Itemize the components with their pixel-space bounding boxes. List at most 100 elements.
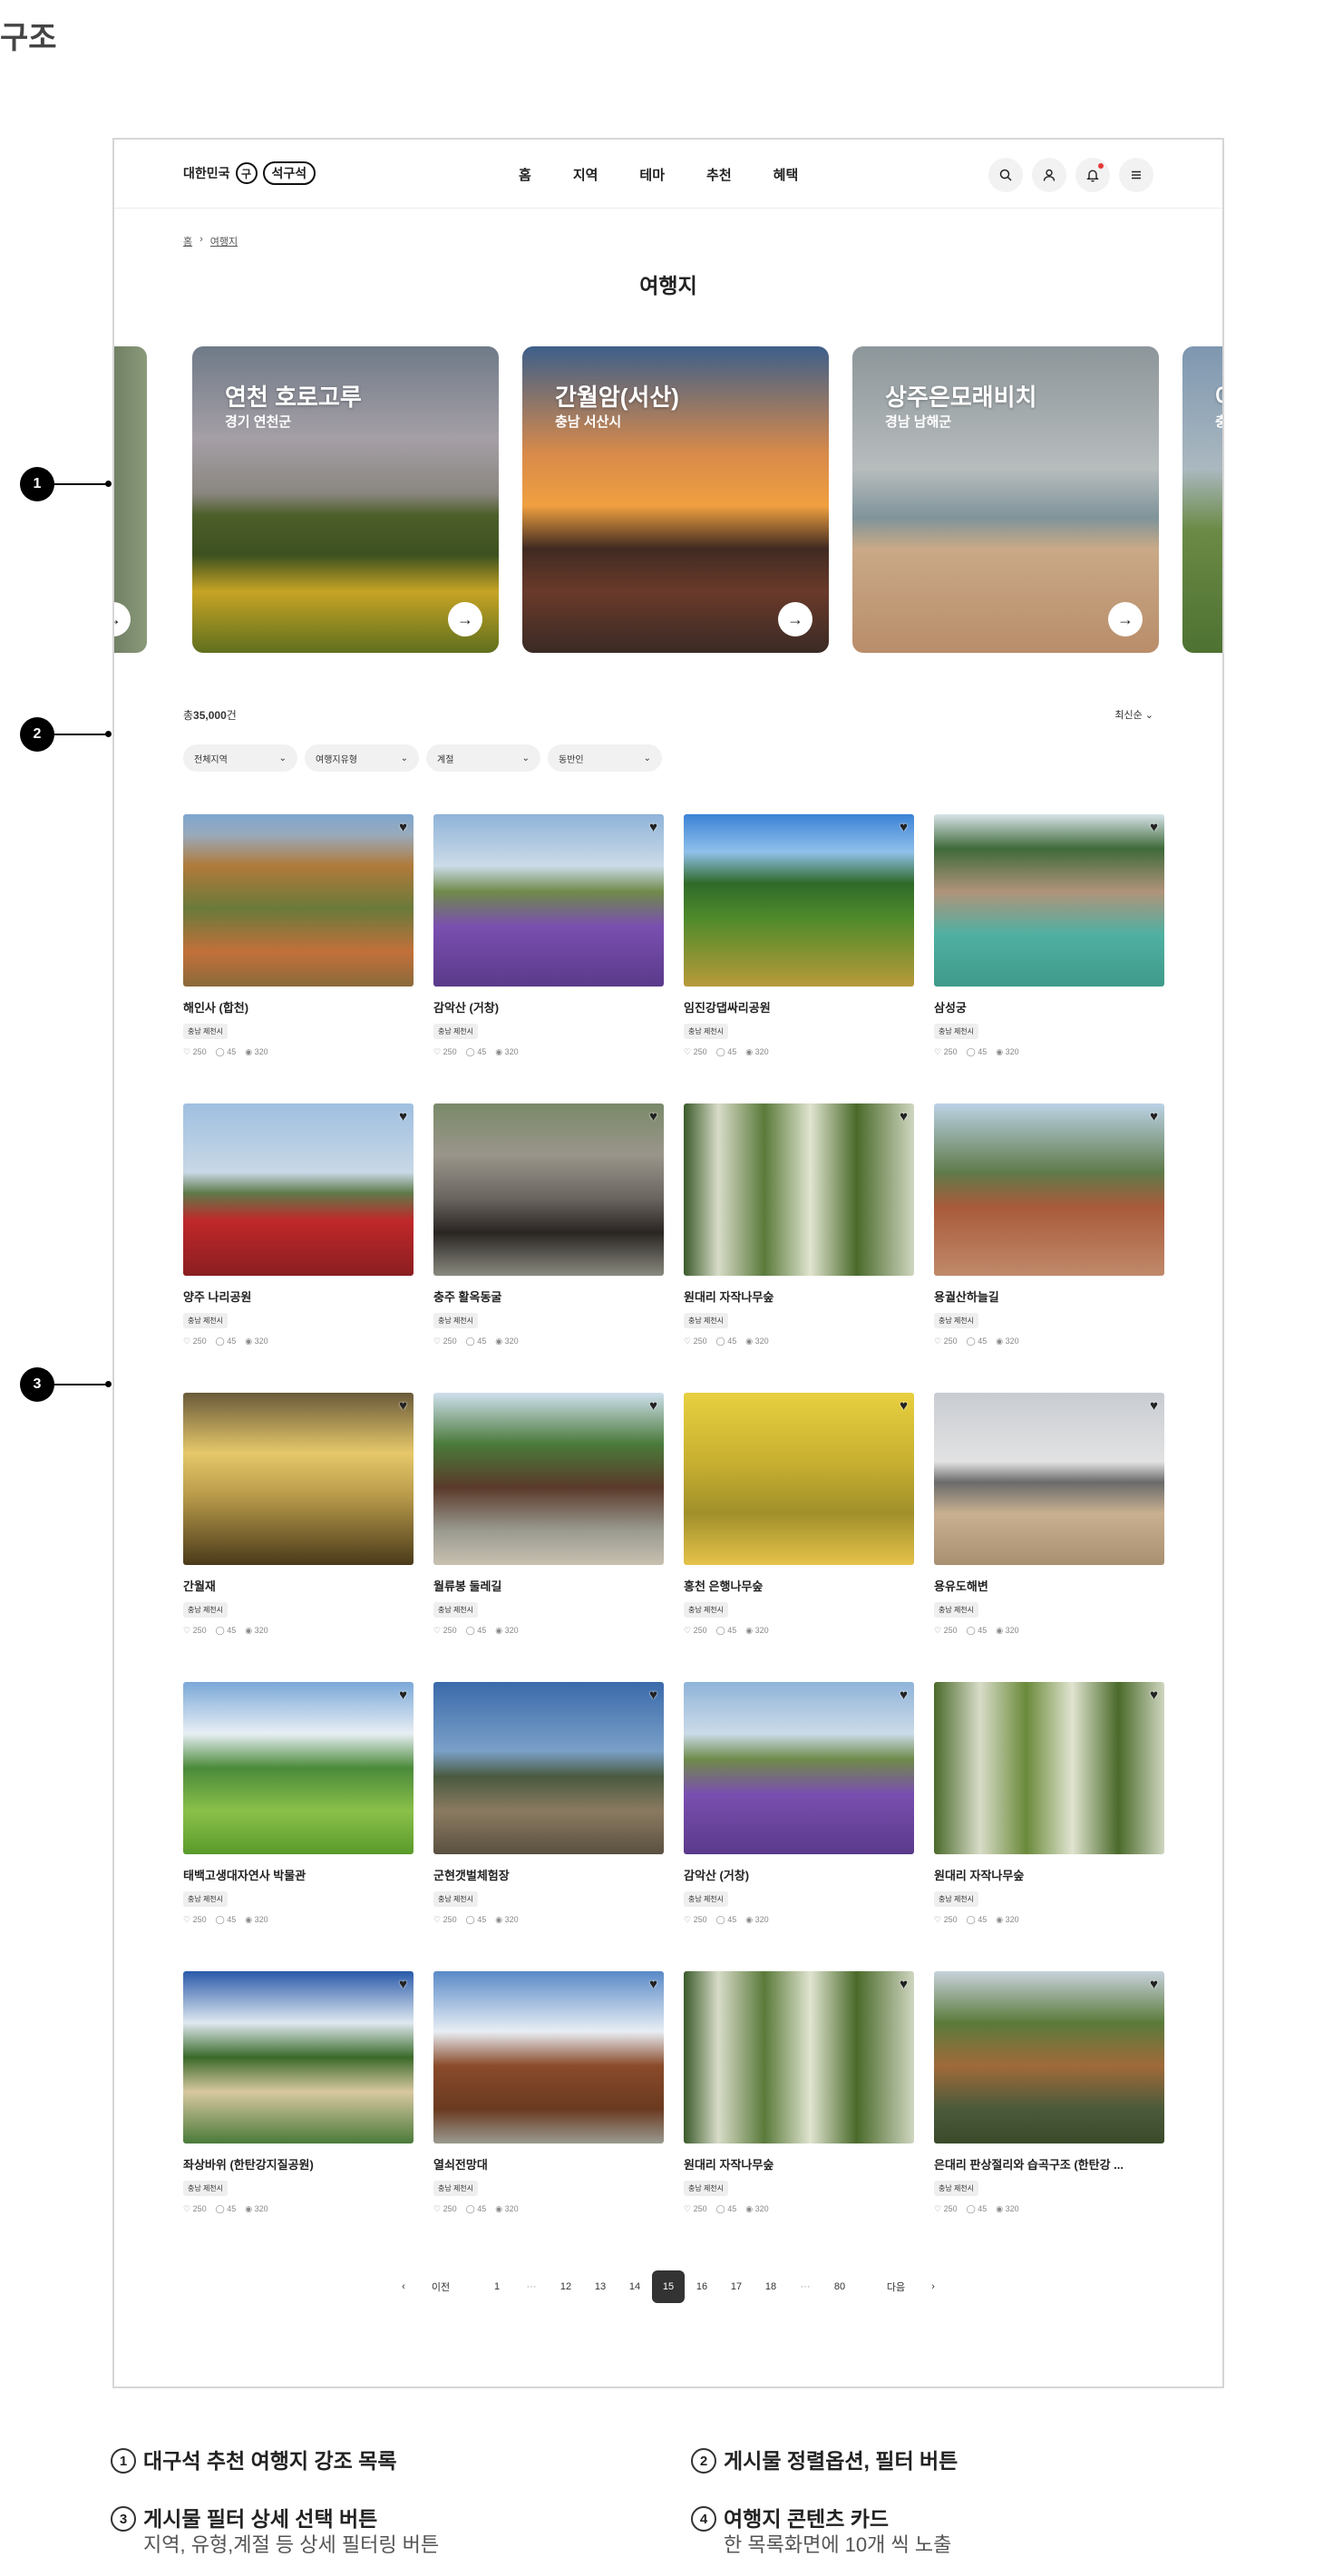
card-title[interactable]: 태백고생대자연사 박물관 (183, 1866, 414, 1883)
card-thumbnail[interactable]: ♥ (684, 1682, 914, 1854)
filter-companion[interactable]: 동반인 ⌄ (548, 744, 662, 772)
card-thumbnail[interactable]: ♥ (934, 1971, 1164, 2143)
notification-button[interactable] (1075, 158, 1110, 192)
content-card[interactable]: ♥ 열쇠전망대 충남 제천시 ♡ 250 ◯ 45 ◉ 320 (433, 1971, 664, 2260)
card-title[interactable]: 충주 활옥동굴 (433, 1288, 664, 1305)
arrow-right-icon[interactable]: → (448, 602, 482, 637)
card-thumbnail[interactable]: ♥ (433, 1393, 664, 1565)
card-title[interactable]: 은대리 판상절리와 습곡구조 (한탄강 ... (934, 2155, 1164, 2173)
card-thumbnail[interactable]: ♥ (684, 1393, 914, 1565)
content-card[interactable]: ♥ 삼성궁 충남 제천시 ♡ 250 ◯ 45 ◉ 320 (934, 814, 1164, 1103)
heart-icon[interactable]: ♥ (900, 1687, 908, 1703)
heart-icon[interactable]: ♥ (399, 1109, 407, 1124)
content-card[interactable]: ♥ 양주 나리공원 충남 제천시 ♡ 250 ◯ 45 ◉ 320 (183, 1103, 414, 1393)
pager-page[interactable]: 80 (822, 2270, 857, 2303)
carousel-slide-partial[interactable]: → (114, 346, 147, 653)
heart-icon[interactable]: ♥ (900, 1398, 908, 1414)
pager-prev[interactable]: ‹ 이전 (386, 2270, 458, 2303)
heart-icon[interactable]: ♥ (399, 1687, 407, 1703)
card-thumbnail[interactable]: ♥ (433, 1682, 664, 1854)
carousel-slide-partial[interactable]: 아 충남 (1182, 346, 1222, 653)
pager-page[interactable]: 12 (549, 2270, 583, 2303)
card-title[interactable]: 감악산 (거창) (684, 1866, 914, 1883)
card-title[interactable]: 용궐산하늘길 (934, 1288, 1164, 1305)
pager-next[interactable]: 다음 › (879, 2270, 950, 2303)
card-title[interactable]: 원대리 자작나무숲 (684, 1288, 914, 1305)
content-card[interactable]: ♥ 원대리 자작나무숲 충남 제천시 ♡ 250 ◯ 45 ◉ 320 (934, 1682, 1164, 1971)
card-thumbnail[interactable]: ♥ (183, 814, 414, 987)
card-thumbnail[interactable]: ♥ (934, 1682, 1164, 1854)
nav-benefit[interactable]: 혜택 (774, 165, 799, 184)
card-title[interactable]: 열쇠전망대 (433, 2155, 664, 2173)
content-card[interactable]: ♥ 감악산 (거창) 충남 제천시 ♡ 250 ◯ 45 ◉ 320 (433, 814, 664, 1103)
card-thumbnail[interactable]: ♥ (684, 1971, 914, 2143)
arrow-right-icon[interactable]: → (1108, 602, 1143, 637)
heart-icon[interactable]: ♥ (900, 820, 908, 835)
filter-type[interactable]: 여행지유형 ⌄ (305, 744, 419, 772)
card-title[interactable]: 감악산 (거창) (433, 998, 664, 1016)
heart-icon[interactable]: ♥ (399, 820, 407, 835)
pager-page[interactable]: 1 (480, 2270, 514, 2303)
user-button[interactable] (1032, 158, 1066, 192)
content-card[interactable]: ♥ 태백고생대자연사 박물관 충남 제천시 ♡ 250 ◯ 45 ◉ 320 (183, 1682, 414, 1971)
heart-icon[interactable]: ♥ (649, 1109, 657, 1124)
arrow-right-icon[interactable]: → (114, 602, 131, 637)
content-card[interactable]: ♥ 원대리 자작나무숲 충남 제천시 ♡ 250 ◯ 45 ◉ 320 (684, 1103, 914, 1393)
content-card[interactable]: ♥ 간월재 충남 제천시 ♡ 250 ◯ 45 ◉ 320 (183, 1393, 414, 1682)
card-thumbnail[interactable]: ♥ (183, 1103, 414, 1276)
card-title[interactable]: 홍천 은행나무숲 (684, 1577, 914, 1594)
nav-home[interactable]: 홈 (519, 165, 531, 184)
content-card[interactable]: ♥ 홍천 은행나무숲 충남 제천시 ♡ 250 ◯ 45 ◉ 320 (684, 1393, 914, 1682)
nav-recommend[interactable]: 추천 (706, 165, 732, 184)
heart-icon[interactable]: ♥ (649, 1398, 657, 1414)
filter-season[interactable]: 계절 ⌄ (426, 744, 540, 772)
sort-dropdown[interactable]: 최신순 ⌄ (1114, 707, 1153, 722)
filter-region[interactable]: 전체지역 ⌄ (183, 744, 297, 772)
card-thumbnail[interactable]: ♥ (183, 1971, 414, 2143)
card-title[interactable]: 원대리 자작나무숲 (684, 2155, 914, 2173)
carousel-slide[interactable]: 간월암(서산) 충남 서산시 → (522, 346, 829, 653)
pager-page[interactable]: 16 (685, 2270, 719, 2303)
content-card[interactable]: ♥ 좌상바위 (한탄강지질공원) 충남 제천시 ♡ 250 ◯ 45 ◉ 320 (183, 1971, 414, 2260)
heart-icon[interactable]: ♥ (399, 1398, 407, 1414)
content-card[interactable]: ♥ 임진강댑싸리공원 충남 제천시 ♡ 250 ◯ 45 ◉ 320 (684, 814, 914, 1103)
carousel-slide[interactable]: 상주은모래비치 경남 남해군 → (852, 346, 1159, 653)
heart-icon[interactable]: ♥ (900, 1109, 908, 1124)
menu-button[interactable] (1119, 158, 1153, 192)
card-thumbnail[interactable]: ♥ (183, 1393, 414, 1565)
card-title[interactable]: 월류봉 둘레길 (433, 1577, 664, 1594)
content-card[interactable]: ♥ 원대리 자작나무숲 충남 제천시 ♡ 250 ◯ 45 ◉ 320 (684, 1971, 914, 2260)
card-title[interactable]: 원대리 자작나무숲 (934, 1866, 1164, 1883)
carousel-slide[interactable]: 연천 호로고루 경기 연천군 → (192, 346, 499, 653)
heart-icon[interactable]: ♥ (900, 1977, 908, 1992)
card-thumbnail[interactable]: ♥ (433, 814, 664, 987)
heart-icon[interactable]: ♥ (1150, 1109, 1158, 1124)
content-card[interactable]: ♥ 월류봉 둘레길 충남 제천시 ♡ 250 ◯ 45 ◉ 320 (433, 1393, 664, 1682)
content-card[interactable]: ♥ 충주 활옥동굴 충남 제천시 ♡ 250 ◯ 45 ◉ 320 (433, 1103, 664, 1393)
card-title[interactable]: 해인사 (합천) (183, 998, 414, 1016)
breadcrumb-current[interactable]: 여행지 (210, 234, 238, 248)
heart-icon[interactable]: ♥ (649, 1687, 657, 1703)
content-card[interactable]: ♥ 군현갯벌체험장 충남 제천시 ♡ 250 ◯ 45 ◉ 320 (433, 1682, 664, 1971)
content-card[interactable]: ♥ 용유도해변 충남 제천시 ♡ 250 ◯ 45 ◉ 320 (934, 1393, 1164, 1682)
card-title[interactable]: 삼성궁 (934, 998, 1164, 1016)
content-card[interactable]: ♥ 용궐산하늘길 충남 제천시 ♡ 250 ◯ 45 ◉ 320 (934, 1103, 1164, 1393)
pager-page[interactable]: 18 (754, 2270, 788, 2303)
card-thumbnail[interactable]: ♥ (934, 814, 1164, 987)
heart-icon[interactable]: ♥ (399, 1977, 407, 1992)
nav-theme[interactable]: 테마 (639, 165, 665, 184)
pager-page[interactable]: 14 (618, 2270, 652, 2303)
content-card[interactable]: ♥ 해인사 (합천) 충남 제천시 ♡ 250 ◯ 45 ◉ 320 (183, 814, 414, 1103)
heart-icon[interactable]: ♥ (1150, 1687, 1158, 1703)
card-title[interactable]: 용유도해변 (934, 1577, 1164, 1594)
pager-page[interactable]: 13 (583, 2270, 618, 2303)
heart-icon[interactable]: ♥ (649, 1977, 657, 1992)
nav-region[interactable]: 지역 (573, 165, 598, 184)
card-thumbnail[interactable]: ♥ (684, 1103, 914, 1276)
card-thumbnail[interactable]: ♥ (934, 1103, 1164, 1276)
card-title[interactable]: 좌상바위 (한탄강지질공원) (183, 2155, 414, 2173)
card-title[interactable]: 군현갯벌체험장 (433, 1866, 664, 1883)
heart-icon[interactable]: ♥ (649, 820, 657, 835)
card-thumbnail[interactable]: ♥ (433, 1103, 664, 1276)
content-card[interactable]: ♥ 은대리 판상절리와 습곡구조 (한탄강 ... 충남 제천시 ♡ 250 ◯ 45 ◉… (934, 1971, 1164, 2260)
